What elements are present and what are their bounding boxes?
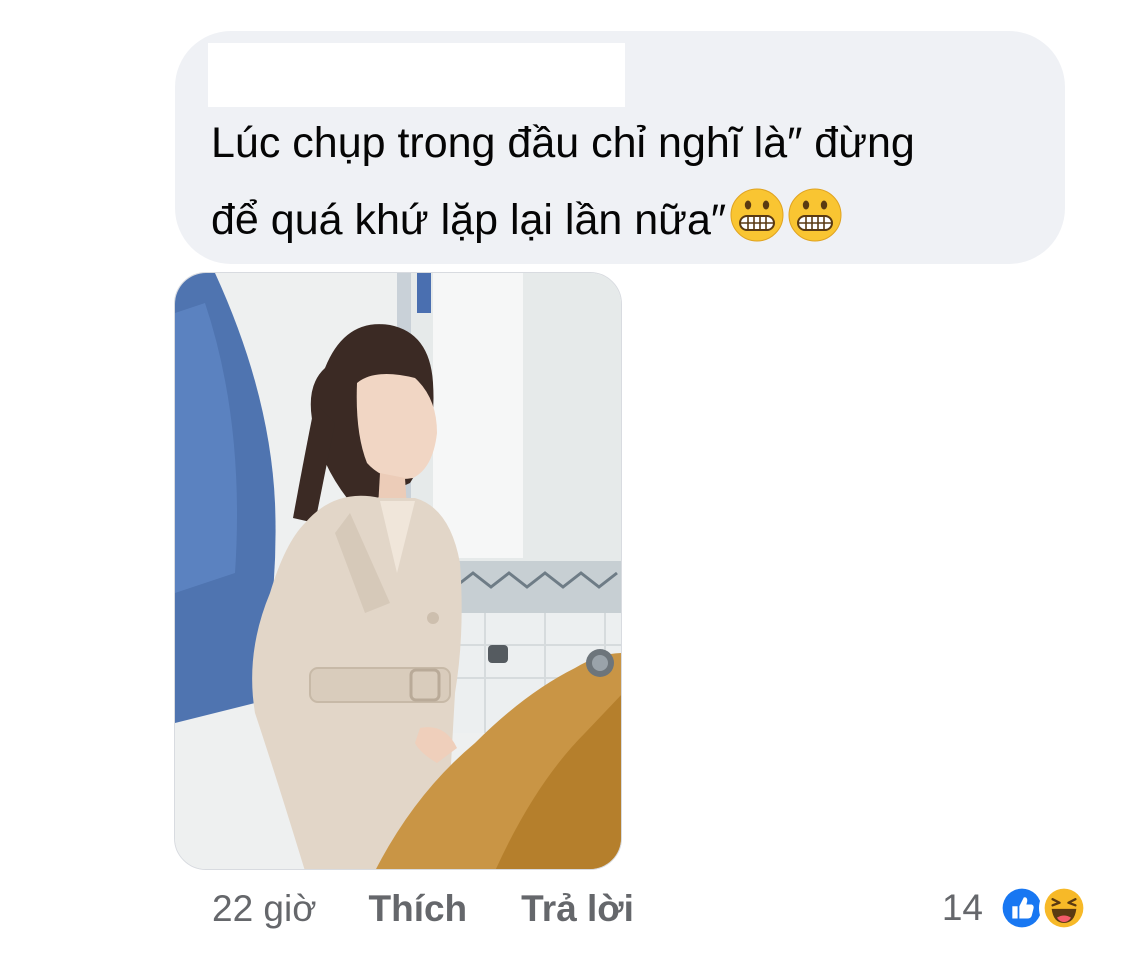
comment-photo[interactable] [174, 272, 622, 870]
haha-reaction-icon [1039, 883, 1089, 933]
like-button[interactable]: Thích [369, 888, 468, 930]
redacted-author-name [208, 43, 625, 107]
photo-illustration [175, 273, 621, 869]
reaction-count: 14 [941, 887, 983, 928]
comment-text-line-2-text: để quá khứ lặp lại lần nữa″ [211, 196, 727, 244]
comment-text-line-2: để quá khứ lặp lại lần nữa″ [211, 182, 1051, 259]
reaction-summary[interactable]: 14 [942, 882, 1089, 934]
comment-actions: 22 giờ Thích Trả lời [212, 884, 688, 934]
grimacing-face-icon [730, 188, 784, 242]
comment-text-line-1: Lúc chụp trong đầu chỉ nghĩ là″ đừng [211, 119, 915, 167]
comment-text: Lúc chụp trong đầu chỉ nghĩ là″ đừng để … [211, 105, 1051, 259]
comment-timestamp[interactable]: 22 giờ [212, 888, 317, 930]
grimacing-face-icon [788, 188, 842, 242]
reply-button[interactable]: Trả lời [521, 888, 634, 930]
comment-bubble: Lúc chụp trong đầu chỉ nghĩ là″ đừng để … [175, 31, 1065, 264]
